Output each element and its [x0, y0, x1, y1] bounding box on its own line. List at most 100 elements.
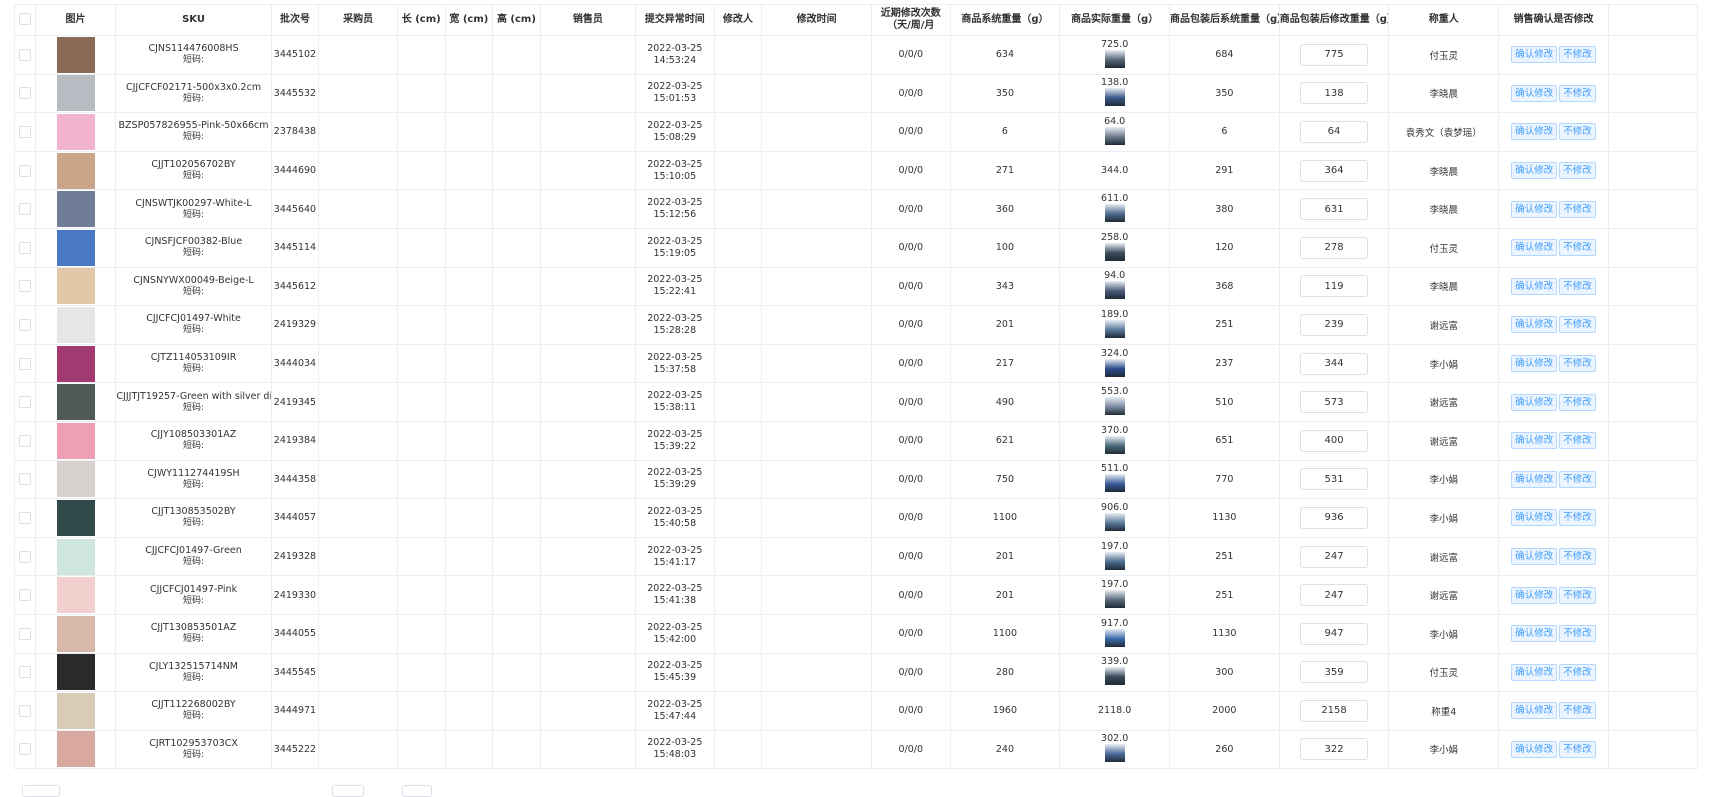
- product-thumbnail[interactable]: [56, 499, 95, 536]
- product-thumbnail[interactable]: [56, 731, 95, 768]
- modified-weight-input[interactable]: [1300, 738, 1369, 761]
- row-select[interactable]: [14, 729, 36, 770]
- confirm-modify-button[interactable]: 确认修改: [1511, 625, 1558, 643]
- modified-weight-input[interactable]: [1300, 198, 1369, 221]
- modified-weight-input[interactable]: [1300, 275, 1369, 298]
- row-checkbox[interactable]: [18, 241, 31, 254]
- pagination-size-select[interactable]: [22, 785, 60, 797]
- product-thumbnail[interactable]: [56, 615, 95, 652]
- weight-photo[interactable]: [1104, 319, 1125, 338]
- weight-photo[interactable]: [1104, 628, 1125, 647]
- reject-modify-button[interactable]: 不修改: [1559, 84, 1596, 102]
- row-select[interactable]: [14, 498, 36, 538]
- reject-modify-button[interactable]: 不修改: [1559, 162, 1596, 180]
- row-select[interactable]: [14, 305, 36, 345]
- weight-photo[interactable]: [1104, 474, 1125, 493]
- reject-modify-button[interactable]: 不修改: [1559, 509, 1596, 527]
- reject-modify-button[interactable]: 不修改: [1559, 702, 1596, 720]
- row-select[interactable]: [14, 189, 36, 229]
- product-thumbnail[interactable]: [56, 229, 95, 266]
- product-thumbnail[interactable]: [56, 75, 95, 112]
- row-select[interactable]: [14, 35, 36, 75]
- confirm-modify-button[interactable]: 确认修改: [1511, 200, 1558, 218]
- modified-weight-input[interactable]: [1300, 82, 1369, 105]
- reject-modify-button[interactable]: 不修改: [1559, 316, 1596, 334]
- row-select[interactable]: [14, 382, 36, 422]
- confirm-modify-button[interactable]: 确认修改: [1511, 548, 1558, 566]
- row-select[interactable]: [14, 613, 36, 654]
- row-checkbox[interactable]: [18, 48, 31, 61]
- confirm-modify-button[interactable]: 确认修改: [1511, 84, 1558, 102]
- row-select[interactable]: [14, 420, 36, 461]
- confirm-modify-button[interactable]: 确认修改: [1511, 316, 1558, 334]
- row-checkbox[interactable]: [18, 203, 31, 216]
- product-thumbnail[interactable]: [56, 36, 95, 73]
- row-checkbox[interactable]: [18, 434, 31, 447]
- row-checkbox[interactable]: [18, 511, 31, 524]
- modified-weight-input[interactable]: [1300, 43, 1369, 66]
- reject-modify-button[interactable]: 不修改: [1559, 470, 1596, 488]
- confirm-modify-button[interactable]: 确认修改: [1511, 432, 1558, 450]
- product-thumbnail[interactable]: [56, 538, 95, 575]
- modified-weight-input[interactable]: [1300, 313, 1369, 336]
- row-checkbox[interactable]: [18, 357, 31, 370]
- reject-modify-button[interactable]: 不修改: [1559, 46, 1596, 64]
- modified-weight-input[interactable]: [1300, 120, 1369, 143]
- product-thumbnail[interactable]: [56, 384, 95, 421]
- product-thumbnail[interactable]: [56, 152, 95, 189]
- modified-weight-input[interactable]: [1300, 159, 1369, 182]
- weight-photo[interactable]: [1104, 242, 1125, 261]
- row-checkbox[interactable]: [18, 589, 31, 602]
- weight-photo[interactable]: [1104, 281, 1125, 300]
- reject-modify-button[interactable]: 不修改: [1559, 277, 1596, 295]
- header-select-all[interactable]: [14, 4, 36, 36]
- modified-weight-input[interactable]: [1300, 468, 1369, 491]
- row-checkbox[interactable]: [18, 743, 31, 756]
- modified-weight-input[interactable]: [1300, 352, 1369, 375]
- row-select[interactable]: [14, 459, 36, 500]
- reject-modify-button[interactable]: 不修改: [1559, 432, 1596, 450]
- confirm-modify-button[interactable]: 确认修改: [1511, 355, 1558, 373]
- modified-weight-input[interactable]: [1300, 545, 1369, 568]
- confirm-modify-button[interactable]: 确认修改: [1511, 277, 1558, 295]
- row-checkbox[interactable]: [18, 280, 31, 293]
- confirm-modify-button[interactable]: 确认修改: [1511, 586, 1558, 604]
- reject-modify-button[interactable]: 不修改: [1559, 123, 1596, 141]
- modified-weight-input[interactable]: [1300, 584, 1369, 607]
- row-checkbox[interactable]: [18, 164, 31, 177]
- product-thumbnail[interactable]: [56, 306, 95, 343]
- reject-modify-button[interactable]: 不修改: [1559, 200, 1596, 218]
- row-select[interactable]: [14, 227, 36, 268]
- weight-photo[interactable]: [1104, 126, 1125, 145]
- row-checkbox[interactable]: [18, 550, 31, 563]
- modified-weight-input[interactable]: [1300, 429, 1369, 452]
- row-select[interactable]: [14, 343, 36, 384]
- confirm-modify-button[interactable]: 确认修改: [1511, 239, 1558, 257]
- row-checkbox[interactable]: [18, 87, 31, 100]
- product-thumbnail[interactable]: [56, 692, 95, 729]
- weight-photo[interactable]: [1104, 667, 1125, 686]
- confirm-modify-button[interactable]: 确认修改: [1511, 123, 1558, 141]
- product-thumbnail[interactable]: [56, 654, 95, 691]
- reject-modify-button[interactable]: 不修改: [1559, 548, 1596, 566]
- row-select[interactable]: [14, 266, 36, 307]
- confirm-modify-button[interactable]: 确认修改: [1511, 46, 1558, 64]
- product-thumbnail[interactable]: [56, 113, 95, 150]
- confirm-modify-button[interactable]: 确认修改: [1511, 393, 1558, 411]
- weight-photo[interactable]: [1104, 551, 1125, 570]
- weight-photo[interactable]: [1104, 397, 1125, 416]
- confirm-modify-button[interactable]: 确认修改: [1511, 663, 1558, 681]
- row-select[interactable]: [14, 652, 36, 693]
- weight-photo[interactable]: [1104, 358, 1125, 377]
- confirm-modify-button[interactable]: 确认修改: [1511, 470, 1558, 488]
- reject-modify-button[interactable]: 不修改: [1559, 625, 1596, 643]
- weight-photo[interactable]: [1104, 435, 1125, 454]
- weight-photo[interactable]: [1104, 590, 1125, 609]
- product-thumbnail[interactable]: [56, 577, 95, 614]
- modified-weight-input[interactable]: [1300, 236, 1369, 259]
- reject-modify-button[interactable]: 不修改: [1559, 355, 1596, 373]
- modified-weight-input[interactable]: [1300, 391, 1369, 414]
- modified-weight-input[interactable]: [1300, 622, 1369, 645]
- modified-weight-input[interactable]: [1300, 699, 1369, 722]
- product-thumbnail[interactable]: [56, 268, 95, 305]
